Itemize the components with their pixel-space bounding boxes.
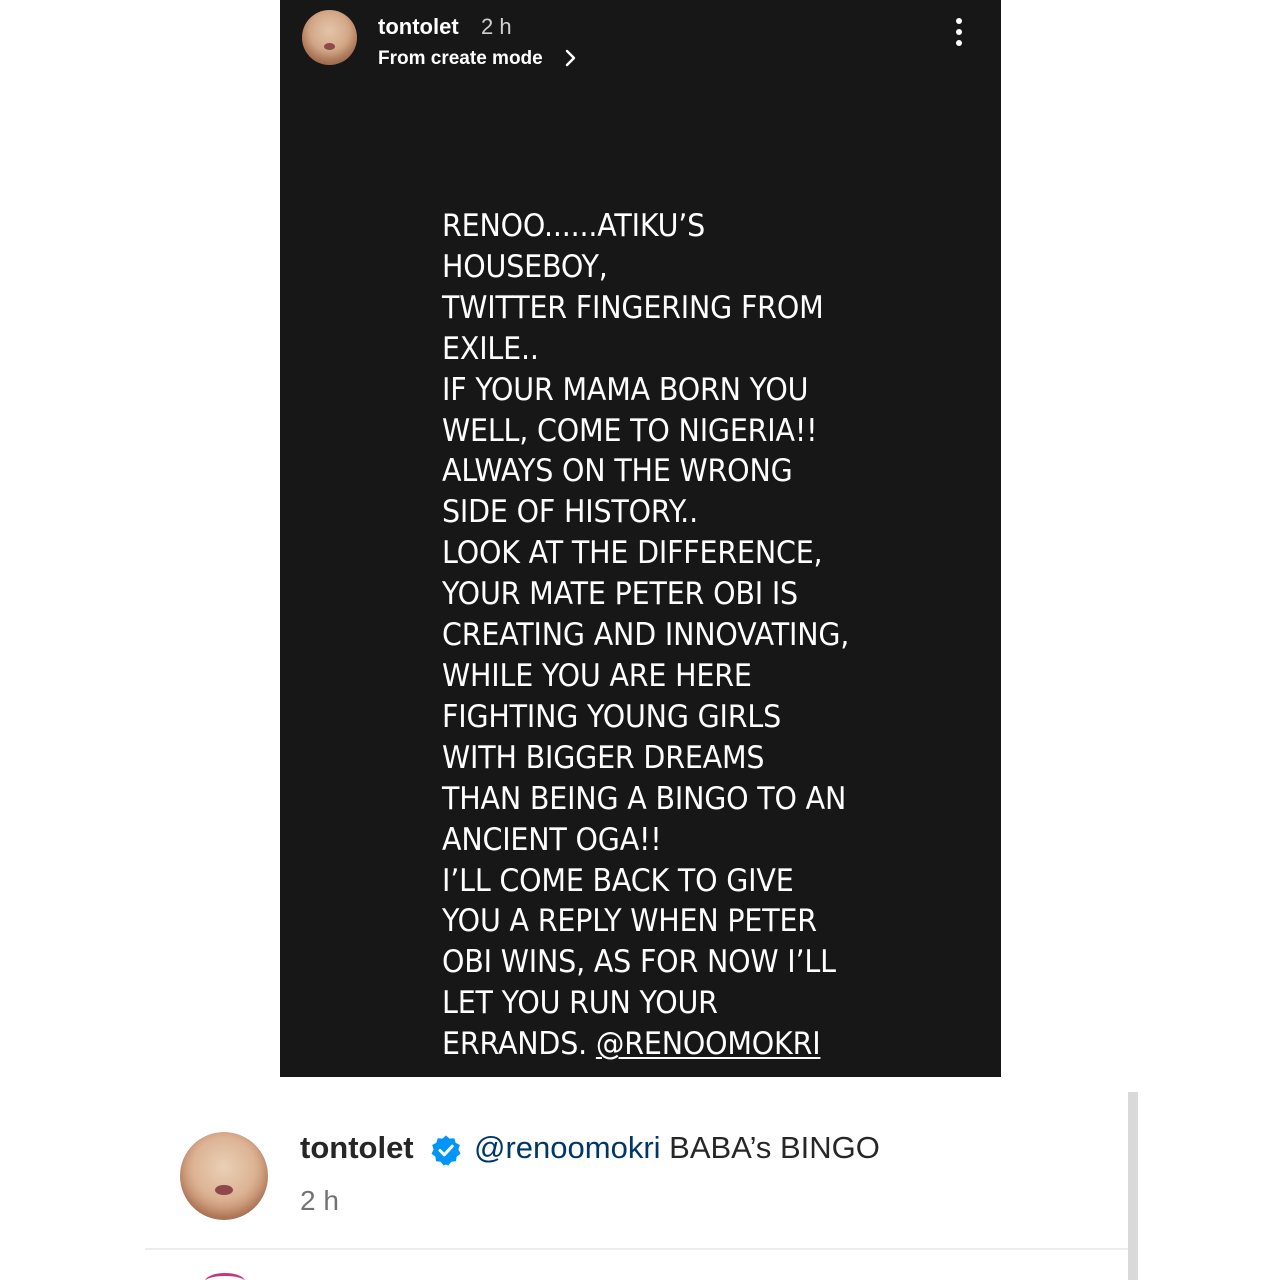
story-text-last-line: ERRANDS. @RENOOMOKRI [442, 1024, 920, 1065]
story-text-line: IF YOUR MAMA BORN YOU [442, 371, 809, 408]
avatar-shading [302, 10, 357, 65]
story-create-mode-link[interactable]: From create mode [378, 48, 543, 70]
comment-text: @renoomokri BABA’s BINGO [474, 1130, 880, 1166]
story-timestamp: 2 h [481, 14, 512, 39]
story-text-line: YOUR MATE PETER OBI IS [442, 576, 798, 613]
story-text-line: WITH BIGGER DREAMS [442, 739, 765, 776]
story-text-line: FIGHTING YOUNG GIRLS [442, 698, 782, 735]
story-text-line: ANCIENT OGA!! [442, 821, 662, 858]
story-mention-link[interactable]: @RENOOMOKRI [596, 1026, 821, 1062]
story-text-line: YOU A REPLY WHEN PETER [442, 903, 817, 940]
avatar-lips [324, 43, 335, 50]
story-text-line: OBI WINS, AS FOR NOW I’LL [442, 944, 836, 981]
avatar-shading [180, 1132, 268, 1220]
screenshot-page: tontolet 2 h From create mode RENOO.....… [0, 0, 1280, 1280]
comment-avatar[interactable] [180, 1132, 268, 1220]
story-text-line: WELL, COME TO NIGERIA!! [442, 412, 818, 449]
story-text: RENOO......ATIKU’S HOUSEBOY, TWITTER FIN… [442, 206, 920, 1065]
story-text-line: ALWAYS ON THE WRONG [442, 453, 793, 490]
story-text-errands: ERRANDS. [442, 1026, 588, 1063]
scrollbar[interactable] [1128, 1092, 1138, 1280]
story-text-line: WHILE YOU ARE HERE [442, 657, 752, 694]
verified-badge-icon [431, 1135, 461, 1166]
story-text-line: EXILE.. [442, 330, 539, 367]
story-text-line: HOUSEBOY, [442, 248, 608, 285]
comment-timestamp: 2 h [300, 1185, 339, 1216]
next-comment-avatar-ring [205, 1273, 245, 1280]
more-vertical-icon[interactable] [949, 18, 969, 52]
story-text-line: RENOO......ATIKU’S [442, 208, 706, 244]
story-text-line: TWITTER FINGERING FROM [442, 289, 824, 326]
story-text-line: I’LL COME BACK TO GIVE [442, 862, 794, 899]
story-text-line: CREATING AND INNOVATING, [442, 617, 850, 654]
story-text-line: THAN BEING A BINGO TO AN [442, 780, 847, 817]
chevron-right-icon[interactable] [564, 46, 578, 70]
comment-username[interactable]: tontolet [300, 1130, 414, 1166]
comment-body: BABA’s BINGO [669, 1130, 880, 1165]
comment-divider [145, 1248, 1130, 1250]
story-text-line: SIDE OF HISTORY.. [442, 494, 698, 531]
story-avatar[interactable] [302, 10, 357, 65]
story-text-line: LOOK AT THE DIFFERENCE, [442, 535, 823, 572]
story-card: tontolet 2 h From create mode RENOO.....… [280, 0, 1001, 1077]
story-text-line: LET YOU RUN YOUR [442, 985, 718, 1022]
avatar-lips [215, 1184, 233, 1196]
story-username[interactable]: tontolet [378, 14, 459, 40]
comment-row: tontolet @renoomokri BABA’s BINGO 2 h [0, 1077, 1280, 1280]
comment-mention-link[interactable]: @renoomokri [474, 1130, 661, 1165]
